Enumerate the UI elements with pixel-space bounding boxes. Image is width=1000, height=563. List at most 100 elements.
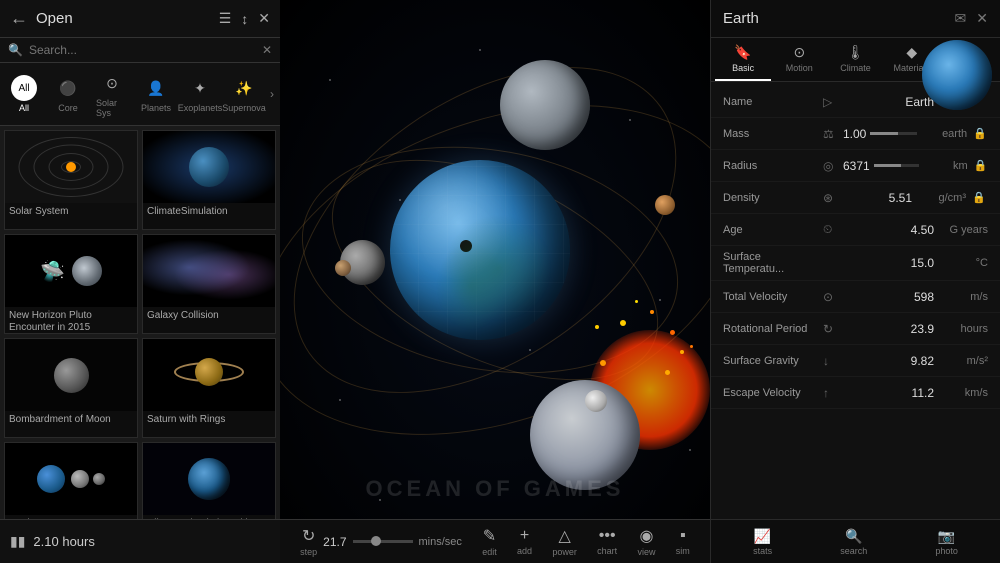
item-label: Galaxy Collision (143, 307, 275, 325)
tab-climate[interactable]: 🌡 Climate (827, 38, 883, 81)
power-button[interactable]: △ power (552, 526, 577, 557)
chart-icon: ••• (599, 527, 616, 545)
left-panel: ← Open ☰ ↕ ✕ 🔍 ✕ All All ⚫ Core ⊙ Solar … (0, 0, 280, 563)
item-preview-newhorizon (5, 235, 137, 307)
list-item[interactable]: ClimateSimulation (142, 130, 276, 230)
climate-tab-icon: 🌡 (847, 44, 865, 61)
prop-icon-radius: ◎ (823, 159, 839, 173)
planet-earth[interactable] (390, 160, 570, 340)
properties-list: Name ▷ Earth Mass ⚖ 1.00 earth 🔒 Radius … (711, 82, 1000, 519)
basic-tab-label: Basic (732, 63, 754, 73)
mass-slider[interactable] (870, 132, 916, 135)
property-row-density: Density ⊛ 5.51 g/cm³ 🔒 (711, 182, 1000, 214)
prop-label-rotational-period: Rotational Period (723, 323, 823, 335)
prop-unit-surface-temp: °C (938, 257, 988, 269)
search-button[interactable]: 🔍 search (840, 528, 867, 556)
right-header-icons: ✉ ✕ (955, 10, 988, 27)
prop-label-radius: Radius (723, 160, 823, 172)
radius-lock-icon[interactable]: 🔒 (974, 159, 988, 172)
planet-tiny-2[interactable] (335, 260, 351, 276)
planet-tiny-1[interactable] (655, 195, 675, 215)
prop-unit-rotational-period: hours (938, 323, 988, 335)
prop-value-total-velocity[interactable]: 598 (843, 290, 934, 304)
left-panel-title: Open (36, 10, 209, 27)
prop-value-escape-velocity[interactable]: 11.2 (843, 386, 934, 400)
stats-button[interactable]: 📈 stats (753, 528, 772, 556)
earth-thumb-sphere (922, 40, 992, 110)
sim-button[interactable]: ▪ sim (676, 527, 690, 556)
prop-value-rotational-period[interactable]: 23.9 (843, 322, 934, 336)
category-more-button[interactable]: › (266, 83, 278, 105)
list-item[interactable]: Galaxy Collision (142, 234, 276, 334)
tab-core[interactable]: ⚫ Core (46, 72, 90, 116)
tab-planets[interactable]: 👤 Planets (134, 72, 178, 116)
list-item[interactable]: Solar System (4, 130, 138, 230)
tab-solarsys[interactable]: ⊙ Solar Sys (90, 67, 134, 121)
list-item[interactable]: Saturn with Rings (142, 338, 276, 438)
prop-icon-surface-gravity: ↓ (823, 354, 839, 368)
prop-value-surface-temp[interactable]: 15.0 (843, 256, 934, 270)
tab-supernova[interactable]: ✨ Supernova (222, 72, 266, 116)
play-pause-button[interactable]: ▮▮ (10, 533, 25, 550)
prop-value-density[interactable]: 5.51 (843, 191, 912, 205)
planet-gray-top[interactable] (500, 60, 590, 150)
view-button[interactable]: ◉ view (637, 526, 655, 557)
close-right-panel-button[interactable]: ✕ (976, 10, 988, 27)
sim-icon: ▪ (680, 527, 686, 545)
prop-value-surface-gravity[interactable]: 9.82 (843, 354, 934, 368)
right-panel-title: Earth (723, 10, 955, 27)
list-item[interactable]: Bombardment of Moon (4, 338, 138, 438)
category-tabs: All All ⚫ Core ⊙ Solar Sys 👤 Planets ✦ E… (0, 63, 280, 126)
list-icon[interactable]: ☰ (219, 10, 232, 27)
step-icon: ↻ (302, 526, 315, 546)
climate-tab-label: Climate (840, 63, 871, 73)
tab-all[interactable]: All All (2, 72, 46, 116)
view-label: view (637, 547, 655, 557)
sort-icon[interactable]: ↕ (241, 11, 248, 27)
photo-label: photo (935, 546, 958, 556)
power-label: power (552, 547, 577, 557)
planet-small-white[interactable] (585, 390, 607, 412)
density-lock-icon[interactable]: 🔒 (972, 191, 988, 204)
chart-button[interactable]: ••• chart (597, 527, 617, 556)
simulation-time-display: 2.10 hours (33, 534, 94, 549)
tab-exoplanets[interactable]: ✦ Exoplanets (178, 72, 222, 116)
prop-value-name[interactable]: Earth (843, 95, 934, 109)
step-label: step (300, 547, 317, 557)
add-button[interactable]: + add (517, 527, 532, 556)
clear-search-button[interactable]: ✕ (262, 43, 272, 57)
search-label: search (840, 546, 867, 556)
motion-tab-label: Motion (786, 63, 813, 73)
prop-value-age[interactable]: 4.50 (843, 223, 934, 237)
edit-icon: ✎ (483, 526, 496, 546)
stats-icon: 📈 (754, 528, 771, 545)
step-button[interactable]: ↻ step (300, 526, 317, 557)
tab-core-label: Core (58, 103, 78, 113)
radius-slider[interactable] (874, 164, 919, 167)
prop-value-mass[interactable]: 1.00 (843, 127, 866, 141)
step-slider[interactable] (353, 540, 413, 543)
item-label: New Horizon Pluto Encounter in 2015 (5, 307, 137, 337)
earth-grid-overlay (390, 160, 570, 340)
tab-basic[interactable]: 🔖 Basic (715, 38, 771, 81)
photo-button[interactable]: 📷 photo (935, 528, 958, 556)
edit-button[interactable]: ✎ edit (482, 526, 497, 557)
left-footer: ▮▮ 2.10 hours (0, 519, 280, 563)
core-icon: ⚫ (55, 75, 81, 101)
close-left-panel-button[interactable]: ✕ (258, 10, 270, 27)
list-item[interactable]: New Horizon Pluto Encounter in 2015 (4, 234, 138, 334)
tab-motion[interactable]: ⊙ Motion (771, 38, 827, 81)
mass-lock-icon[interactable]: 🔒 (973, 127, 988, 140)
prop-label-mass: Mass (723, 128, 823, 140)
prop-value-radius[interactable]: 6371 (843, 159, 870, 173)
notification-icon[interactable]: ✉ (955, 10, 967, 27)
sim-label: sim (676, 546, 690, 556)
view-icon: ◉ (640, 526, 654, 546)
back-button[interactable]: ← (10, 8, 28, 29)
list-item[interactable]: Earth & Many Moons (4, 442, 138, 519)
center-viewport[interactable] (280, 0, 710, 563)
search-input[interactable] (29, 43, 262, 57)
prop-label-escape-velocity: Escape Velocity (723, 387, 823, 399)
prop-unit-radius: km (923, 160, 968, 172)
list-item[interactable]: Climate Simulation with Tidally-Locked E… (142, 442, 276, 519)
